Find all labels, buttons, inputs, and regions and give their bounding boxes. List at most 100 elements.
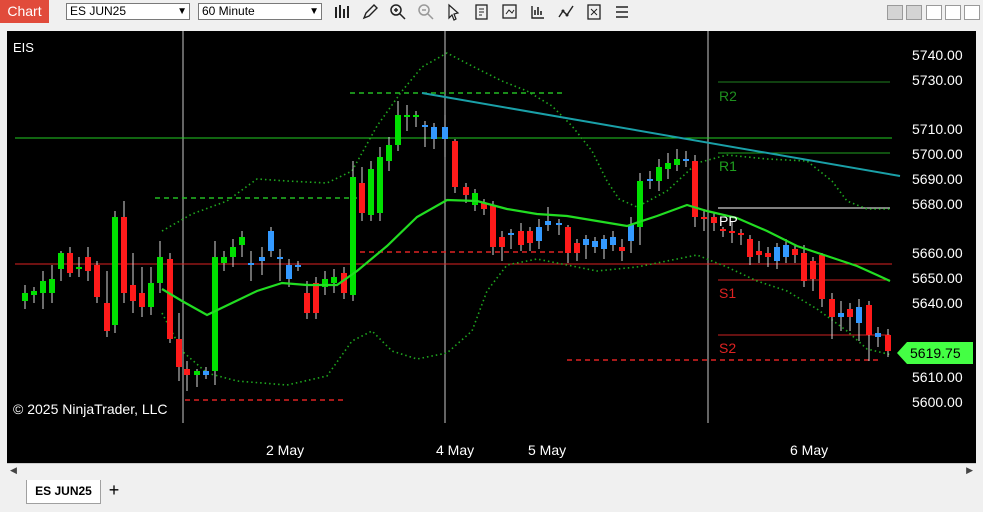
more-icon[interactable]: [613, 3, 631, 21]
draw-tool-icon[interactable]: [361, 3, 379, 21]
interval-value: 60 Minute: [202, 4, 255, 18]
interval-selector[interactable]: 60 Minute ▼: [198, 3, 322, 20]
price-tick: 5740.00: [912, 47, 963, 63]
candle-body: [130, 285, 136, 301]
candle-body: [304, 293, 310, 313]
candle-body: [85, 257, 91, 271]
candle-body: [40, 281, 46, 293]
pointer-icon[interactable]: [445, 3, 463, 21]
candle-body: [157, 257, 163, 283]
candle-body: [463, 187, 469, 195]
candle-body: [829, 299, 835, 317]
candle-body: [518, 231, 524, 245]
candle-body: [545, 221, 551, 225]
candle-body: [148, 283, 154, 307]
instrument-selector[interactable]: ES JUN25 ▼: [66, 3, 190, 20]
candle-body: [395, 115, 401, 145]
price-tick: 5730.00: [912, 72, 963, 88]
candle-body: [368, 169, 374, 215]
candle-body: [359, 183, 365, 213]
candle-body: [67, 253, 73, 273]
candle-body: [819, 255, 825, 299]
current-price-marker: 5619.75: [897, 342, 973, 364]
candle-body: [268, 231, 274, 251]
close-icon[interactable]: [964, 5, 980, 20]
template-icon[interactable]: [585, 3, 603, 21]
maximize-icon[interactable]: [926, 5, 942, 20]
candle-body: [738, 233, 744, 235]
data-box-icon[interactable]: [473, 3, 491, 21]
candle-body: [341, 273, 347, 293]
candle-body: [203, 371, 209, 375]
price-chart[interactable]: R2 R1 PP S1 S2 EIS © 2025 NinjaTrader, L…: [7, 31, 976, 463]
candle-body: [413, 115, 419, 117]
tab-es-jun25[interactable]: ES JUN25: [26, 480, 101, 504]
scroll-right-icon[interactable]: ▶: [966, 465, 973, 476]
candle-body: [583, 239, 589, 245]
candle-body: [711, 217, 717, 223]
candle-body: [856, 307, 862, 323]
candle-body: [194, 371, 200, 375]
candle-body: [49, 279, 55, 293]
candle-body: [76, 267, 82, 269]
candle-body: [866, 305, 872, 335]
candle-body: [104, 303, 110, 331]
candle-body: [747, 239, 753, 257]
candle-body: [422, 125, 428, 127]
candle-body: [139, 293, 145, 307]
candle-body: [112, 217, 118, 325]
candle-body: [331, 277, 337, 283]
zoom-in-icon[interactable]: [389, 3, 407, 21]
pivot-label-pp: PP: [719, 213, 738, 229]
properties-icon[interactable]: [501, 3, 519, 21]
candle-body: [729, 231, 735, 233]
candle-body: [431, 127, 437, 139]
trend-line[interactable]: [421, 92, 901, 177]
date-label: 4 May: [436, 442, 474, 458]
pivot-label-r1: R1: [719, 158, 737, 174]
price-tick: 5600.00: [912, 394, 963, 410]
restore-icon[interactable]: [945, 5, 961, 20]
scroll-left-icon[interactable]: ◀: [10, 465, 17, 476]
chart-panel[interactable]: R2 R1 PP S1 S2 EIS © 2025 NinjaTrader, L…: [7, 31, 976, 463]
candle-body: [176, 339, 182, 367]
date-axis: 2 May 4 May 5 May 6 May: [266, 442, 828, 458]
candle-body: [452, 141, 458, 187]
indicators-icon[interactable]: [529, 3, 547, 21]
pivot-label-s2: S2: [719, 340, 736, 356]
candle-body: [619, 247, 625, 251]
candlestick-series[interactable]: [22, 101, 891, 391]
pivot-labels: R2 R1 PP S1 S2: [719, 88, 738, 356]
minimize-icon[interactable]: [887, 5, 903, 20]
price-tick: 5680.00: [912, 196, 963, 212]
pivot-label-r2: R2: [719, 88, 737, 104]
candle-body: [350, 177, 356, 295]
candle-body: [647, 179, 653, 181]
add-tab-button[interactable]: +: [104, 481, 124, 501]
candle-body: [527, 231, 533, 243]
chart-tab[interactable]: Chart: [0, 0, 49, 23]
candle-body: [701, 217, 707, 219]
chevron-down-icon: ▼: [177, 6, 187, 17]
candle-body: [656, 167, 662, 181]
candle-body: [592, 241, 598, 247]
symbol-label: EIS: [13, 40, 34, 55]
candle-body: [536, 227, 542, 241]
price-tick: 5650.00: [912, 270, 963, 286]
zoom-out-icon[interactable]: [417, 3, 435, 21]
instrument-value: ES JUN25: [70, 4, 127, 18]
candle-body: [442, 127, 448, 139]
candle-body: [22, 293, 28, 301]
candle-body: [774, 247, 780, 261]
candle-body: [31, 291, 37, 295]
candle-body: [221, 257, 227, 263]
candle-body: [765, 253, 771, 257]
price-tick: 5660.00: [912, 245, 963, 261]
bar-type-icon[interactable]: [333, 3, 351, 21]
candle-body: [377, 157, 383, 213]
restore-icon[interactable]: [906, 5, 922, 20]
candle-body: [565, 227, 571, 253]
candle-body: [508, 233, 514, 235]
strategies-icon[interactable]: [557, 3, 575, 21]
horizontal-scrollbar[interactable]: ◀ ▶: [7, 463, 976, 478]
